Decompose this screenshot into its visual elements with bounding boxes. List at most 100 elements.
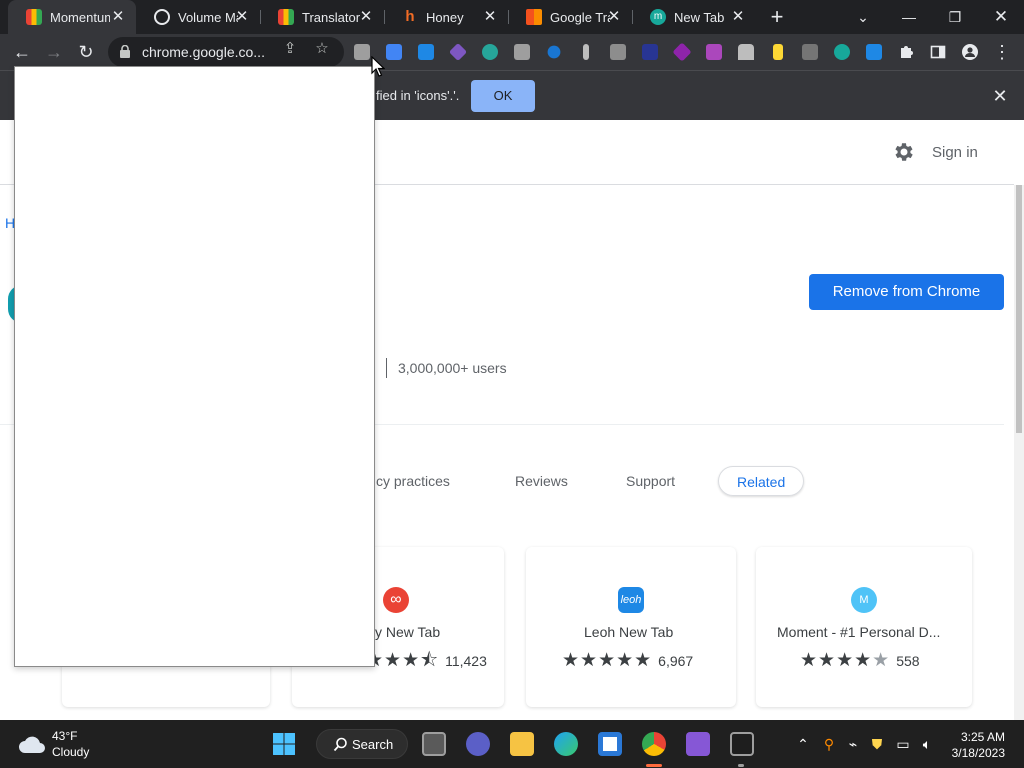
tab-support[interactable]: Support bbox=[626, 466, 675, 496]
puzzle-extensions-icon[interactable] bbox=[898, 44, 914, 60]
translator-extension-icon[interactable] bbox=[418, 44, 434, 60]
extension-popup[interactable] bbox=[14, 66, 375, 667]
scrollbar-thumb[interactable] bbox=[1016, 185, 1022, 433]
photo-extension-icon[interactable] bbox=[610, 44, 626, 60]
tab-title: New Tab bbox=[674, 9, 725, 25]
tab-search-chevron-icon[interactable]: ⌄ bbox=[850, 4, 876, 30]
gear-icon[interactable] bbox=[892, 140, 916, 164]
momentum-m-icon: m bbox=[650, 9, 666, 25]
tab-honey[interactable]: h Honey ✕ bbox=[384, 0, 508, 34]
taskbar-search[interactable]: Search bbox=[316, 729, 408, 759]
weather-temperature[interactable]: 43°F bbox=[52, 729, 77, 743]
window-close-button[interactable]: ✕ bbox=[988, 4, 1014, 30]
close-icon[interactable]: ✕ bbox=[730, 9, 746, 25]
microsoft-store-icon[interactable] bbox=[598, 732, 622, 756]
tab-volume-master[interactable]: Volume Ma ✕ bbox=[136, 0, 260, 34]
forward-button[interactable]: → bbox=[42, 40, 66, 64]
windows-start-icon[interactable] bbox=[272, 732, 296, 756]
google-translate-extension-icon[interactable] bbox=[386, 44, 402, 60]
close-icon[interactable]: ✕ bbox=[990, 86, 1010, 106]
card-title: ity New Tab bbox=[368, 624, 441, 640]
tab-title: Google Tra bbox=[550, 9, 610, 25]
tab-new-tab[interactable]: m New Tab ✕ bbox=[632, 0, 756, 34]
related-card[interactable]: M Moment - #1 Personal D... ★★★★★ 558 bbox=[756, 547, 972, 707]
close-icon[interactable]: ✕ bbox=[234, 9, 250, 25]
invader-extension-icon[interactable] bbox=[738, 44, 754, 60]
edge-icon[interactable] bbox=[554, 732, 578, 756]
cube-extension-icon[interactable] bbox=[672, 42, 692, 62]
tab-privacy-practices[interactable]: cy practices bbox=[376, 466, 450, 496]
new-tab-button[interactable]: + bbox=[766, 6, 788, 28]
chevron-up-icon[interactable]: ⌃ bbox=[794, 735, 812, 753]
star-rating-icon: ★★★★★ bbox=[800, 650, 891, 671]
clock-time[interactable]: 3:25 AM bbox=[955, 730, 1005, 744]
tab-reviews[interactable]: Reviews bbox=[515, 466, 568, 496]
close-icon[interactable]: ✕ bbox=[482, 9, 498, 25]
star-rating-icon: ★★★★★ bbox=[562, 650, 653, 671]
terminal-icon[interactable] bbox=[730, 732, 754, 756]
translate-extension-icon[interactable] bbox=[866, 44, 882, 60]
google-translate-icon bbox=[526, 9, 542, 25]
user-count: 3,000,000+ users bbox=[398, 360, 507, 376]
share-icon[interactable]: ⇪ bbox=[282, 41, 298, 57]
window-extension-icon[interactable] bbox=[514, 44, 530, 60]
profile-avatar-icon[interactable] bbox=[962, 44, 978, 60]
weather-condition[interactable]: Cloudy bbox=[52, 745, 89, 759]
card-title: Leoh New Tab bbox=[584, 624, 674, 640]
radio-extension-icon[interactable] bbox=[802, 44, 818, 60]
clock-date[interactable]: 3/18/2023 bbox=[945, 746, 1005, 760]
pen-extension-icon[interactable] bbox=[547, 45, 561, 59]
eraser-extension-icon[interactable] bbox=[448, 42, 468, 62]
moment-m-icon: M bbox=[851, 587, 877, 613]
security-shield-icon[interactable]: ⛊ bbox=[868, 735, 886, 753]
chrome-web-store-icon bbox=[26, 9, 42, 25]
close-icon[interactable]: ✕ bbox=[358, 9, 374, 25]
teams-chat-icon[interactable] bbox=[466, 732, 490, 756]
tab-title: Translator bbox=[302, 9, 361, 25]
star-rating-icon: ★★★⯪ bbox=[366, 650, 440, 671]
search-tray-icon[interactable]: ⚲ bbox=[820, 735, 838, 753]
task-view-icon[interactable] bbox=[422, 732, 446, 756]
info-extension-icon[interactable] bbox=[583, 44, 589, 60]
network-off-icon[interactable]: ⌁ bbox=[844, 735, 862, 753]
divider bbox=[386, 358, 387, 378]
bookmark-star-icon[interactable]: ☆ bbox=[314, 41, 330, 57]
volume-speaker-icon[interactable] bbox=[482, 44, 498, 60]
browser-toolbar: ← → ↻ chrome.google.co... ⇪ ☆ ⋮ bbox=[0, 34, 1024, 70]
chrome-icon[interactable] bbox=[642, 732, 666, 756]
side-panel-icon[interactable] bbox=[930, 44, 946, 60]
tab-related[interactable]: Related bbox=[718, 466, 805, 496]
lock-icon bbox=[120, 45, 130, 58]
url-text: chrome.google.co... bbox=[142, 44, 265, 60]
visual-studio-icon[interactable] bbox=[686, 732, 710, 756]
kebab-menu-icon[interactable]: ⋮ bbox=[990, 40, 1014, 64]
reload-button[interactable]: ↻ bbox=[74, 40, 98, 64]
honey-extension-icon[interactable] bbox=[354, 44, 370, 60]
sign-in-link[interactable]: Sign in bbox=[932, 144, 978, 161]
address-bar[interactable]: chrome.google.co... bbox=[108, 37, 344, 67]
page-scrollbar[interactable] bbox=[1014, 185, 1024, 720]
tab-momentum[interactable]: Momentum ✕ bbox=[8, 0, 136, 34]
ok-button[interactable]: OK bbox=[471, 80, 535, 112]
back-button[interactable]: ← bbox=[10, 40, 34, 64]
tab-title: Momentum bbox=[50, 9, 110, 25]
momentum-m-icon[interactable] bbox=[834, 44, 850, 60]
file-explorer-icon[interactable] bbox=[510, 732, 534, 756]
card-rating: ★★★⯪ 11,423 bbox=[366, 651, 487, 671]
minimize-button[interactable]: — bbox=[896, 4, 922, 30]
tab-translator[interactable]: Translator ✕ bbox=[260, 0, 384, 34]
remove-from-chrome-button[interactable]: Remove from Chrome bbox=[809, 274, 1004, 310]
close-icon[interactable]: ✕ bbox=[110, 9, 126, 25]
honey-h-icon: h bbox=[405, 8, 415, 25]
restore-button[interactable]: ❐ bbox=[942, 4, 968, 30]
phone-extension-icon[interactable] bbox=[773, 44, 783, 60]
related-card[interactable]: leoh Leoh New Tab ★★★★★ 6,967 bbox=[526, 547, 736, 707]
tab-google-translate[interactable]: Google Tra ✕ bbox=[508, 0, 632, 34]
dark-extension-icon[interactable] bbox=[642, 44, 658, 60]
tetris-extension-icon[interactable] bbox=[706, 44, 722, 60]
volume-icon[interactable]: 🔈︎ bbox=[918, 735, 936, 753]
display-icon[interactable]: ▭ bbox=[894, 735, 912, 753]
rating-count: 11,423 bbox=[445, 653, 487, 669]
cloud-icon[interactable] bbox=[18, 733, 46, 755]
close-icon[interactable]: ✕ bbox=[606, 9, 622, 25]
